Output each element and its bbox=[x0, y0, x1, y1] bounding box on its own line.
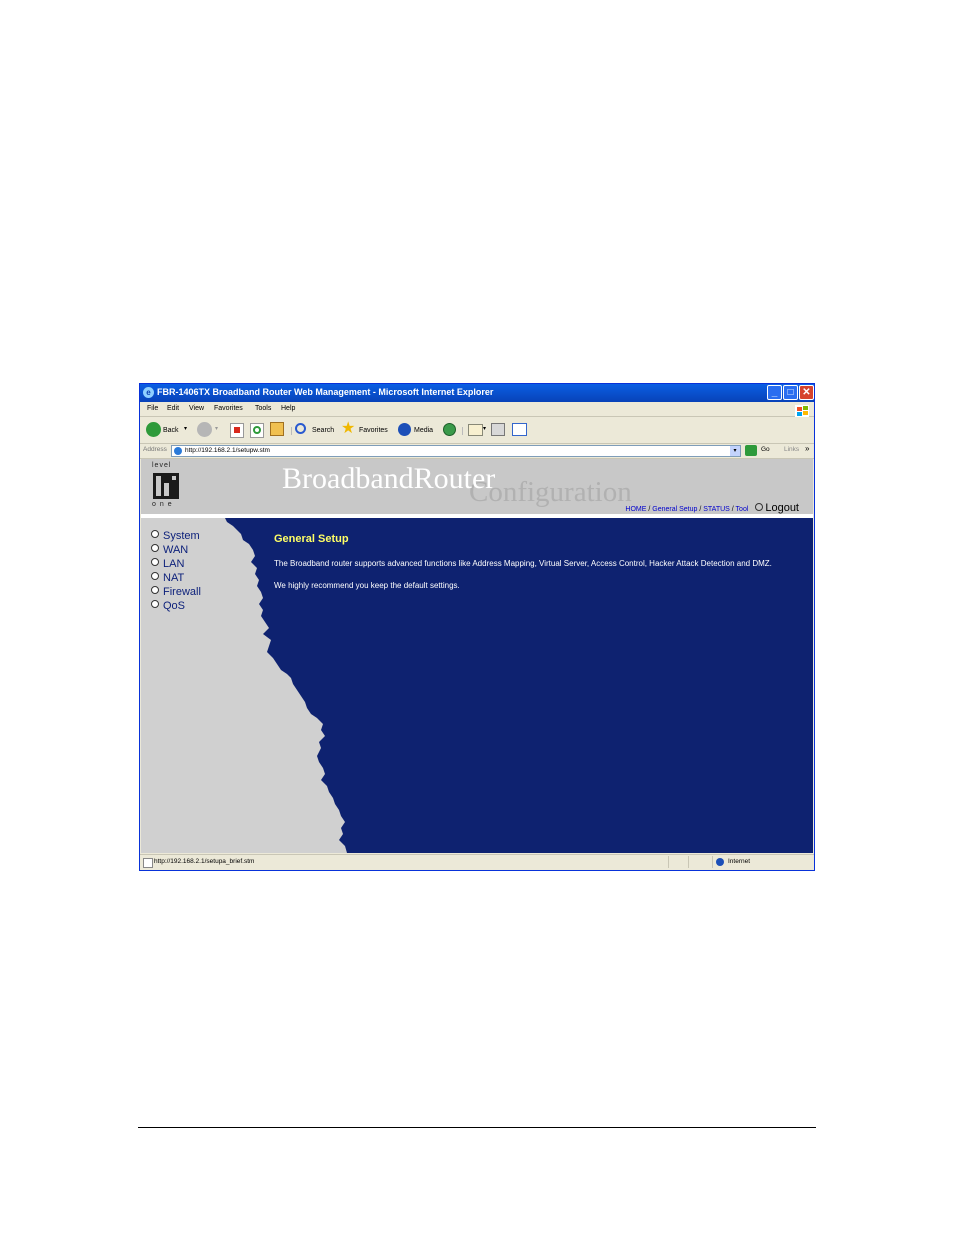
address-dropdown-icon[interactable]: ▾ bbox=[730, 446, 740, 456]
mail-icon[interactable] bbox=[468, 424, 483, 436]
levelone-logo: level one bbox=[152, 462, 182, 510]
favorites-star-icon[interactable]: ★ bbox=[341, 420, 355, 438]
home-icon[interactable] bbox=[270, 422, 284, 436]
go-button[interactable]: Go bbox=[761, 446, 770, 453]
brand-title: BroadbandRouter bbox=[282, 462, 496, 495]
sidebar-item-system[interactable]: System bbox=[151, 530, 201, 544]
address-url: http://192.168.2.1/setupw.stm bbox=[185, 447, 270, 454]
sidebar-item-firewall[interactable]: Firewall bbox=[151, 586, 201, 600]
browser-window: e FBR-1406TX Broadband Router Web Manage… bbox=[140, 384, 814, 870]
history-icon[interactable] bbox=[443, 423, 456, 436]
media-icon[interactable] bbox=[398, 423, 411, 436]
menu-tools[interactable]: Tools bbox=[255, 405, 271, 412]
favorites-button[interactable]: Favorites bbox=[359, 427, 388, 434]
radio-icon bbox=[151, 544, 159, 552]
page-content: level one Configuration BroadbandRouter … bbox=[141, 459, 813, 853]
media-button[interactable]: Media bbox=[414, 427, 433, 434]
go-arrow-icon[interactable] bbox=[745, 445, 757, 456]
window-title: FBR-1406TX Broadband Router Web Manageme… bbox=[157, 387, 494, 397]
logo-block-icon bbox=[153, 473, 179, 499]
radio-icon bbox=[151, 586, 159, 594]
chevron-right-icon[interactable]: » bbox=[805, 444, 809, 453]
maximize-button[interactable]: □ bbox=[783, 385, 798, 400]
radio-icon bbox=[151, 572, 159, 580]
nav-tool[interactable]: Tool bbox=[736, 506, 749, 513]
logout-link[interactable]: Logout bbox=[765, 502, 799, 514]
router-header: level one Configuration BroadbandRouter … bbox=[141, 459, 813, 514]
menu-favorites[interactable]: Favorites bbox=[214, 405, 243, 412]
ie-icon: e bbox=[143, 387, 154, 398]
status-url: http://192.168.2.1/setupa_brief.stm bbox=[154, 858, 255, 865]
menu-help[interactable]: Help bbox=[281, 405, 295, 412]
address-bar: Address http://192.168.2.1/setupw.stm ▾ … bbox=[140, 444, 814, 459]
back-button[interactable]: Back bbox=[163, 427, 179, 434]
top-nav: HOME / General Setup / STATUS / Tool Log… bbox=[625, 502, 799, 514]
globe-icon bbox=[716, 858, 724, 866]
close-button[interactable]: ✕ bbox=[799, 385, 814, 400]
menu-view[interactable]: View bbox=[189, 405, 204, 412]
mail-dropdown-icon[interactable]: ▾ bbox=[483, 425, 486, 432]
sidebar-item-nat[interactable]: NAT bbox=[151, 572, 201, 586]
radio-icon bbox=[151, 558, 159, 566]
print-icon[interactable] bbox=[491, 423, 505, 436]
menu-file[interactable]: File bbox=[147, 405, 158, 412]
sidebar-item-wan[interactable]: WAN bbox=[151, 544, 201, 558]
nav-general-setup[interactable]: General Setup bbox=[652, 506, 697, 513]
forward-dropdown-icon[interactable]: ▾ bbox=[215, 425, 218, 432]
nav-home[interactable]: HOME bbox=[625, 506, 646, 513]
main-panel: General Setup The Broadband router suppo… bbox=[274, 534, 794, 602]
address-label: Address bbox=[143, 446, 167, 453]
logo-text-bottom: one bbox=[152, 501, 176, 508]
edit-icon[interactable] bbox=[512, 423, 527, 436]
minimize-button[interactable]: _ bbox=[767, 385, 782, 400]
links-label[interactable]: Links bbox=[784, 446, 799, 453]
stop-icon[interactable] bbox=[230, 423, 244, 438]
title-bar: e FBR-1406TX Broadband Router Web Manage… bbox=[140, 384, 814, 402]
logo-text-top: level bbox=[152, 462, 172, 469]
search-button[interactable]: Search bbox=[312, 427, 334, 434]
back-arrow-icon[interactable] bbox=[146, 422, 161, 437]
refresh-icon[interactable] bbox=[250, 423, 264, 438]
status-bar: http://192.168.2.1/setupa_brief.stm Inte… bbox=[140, 854, 814, 870]
radio-icon bbox=[151, 600, 159, 608]
address-input[interactable]: http://192.168.2.1/setupw.stm ▾ bbox=[171, 445, 741, 457]
recommendation-text: We highly recommend you keep the default… bbox=[274, 581, 460, 590]
back-dropdown-icon[interactable]: ▾ bbox=[184, 425, 187, 432]
sidebar-menu: System WAN LAN NAT Firewall QoS bbox=[151, 530, 201, 614]
sidebar-item-lan[interactable]: LAN bbox=[151, 558, 201, 572]
logout-radio-icon bbox=[755, 503, 764, 511]
radio-icon bbox=[151, 530, 159, 538]
page-footer-rule bbox=[138, 1127, 816, 1128]
sidebar-item-qos[interactable]: QoS bbox=[151, 600, 201, 614]
nav-status[interactable]: STATUS bbox=[703, 506, 730, 513]
page-status-icon bbox=[143, 858, 153, 868]
search-icon[interactable] bbox=[295, 423, 306, 434]
page-title: General Setup bbox=[274, 533, 349, 545]
forward-arrow-icon[interactable] bbox=[197, 422, 212, 437]
security-zone: Internet bbox=[728, 858, 751, 865]
description-text: The Broadband router supports advanced f… bbox=[274, 559, 772, 568]
menu-bar: File Edit View Favorites Tools Help bbox=[140, 402, 814, 417]
menu-edit[interactable]: Edit bbox=[167, 405, 179, 412]
windows-logo-icon bbox=[795, 405, 809, 417]
page-icon bbox=[174, 447, 182, 455]
toolbar: Back ▾ ▾ Search ★ Favorites Media ▾ bbox=[140, 417, 814, 444]
